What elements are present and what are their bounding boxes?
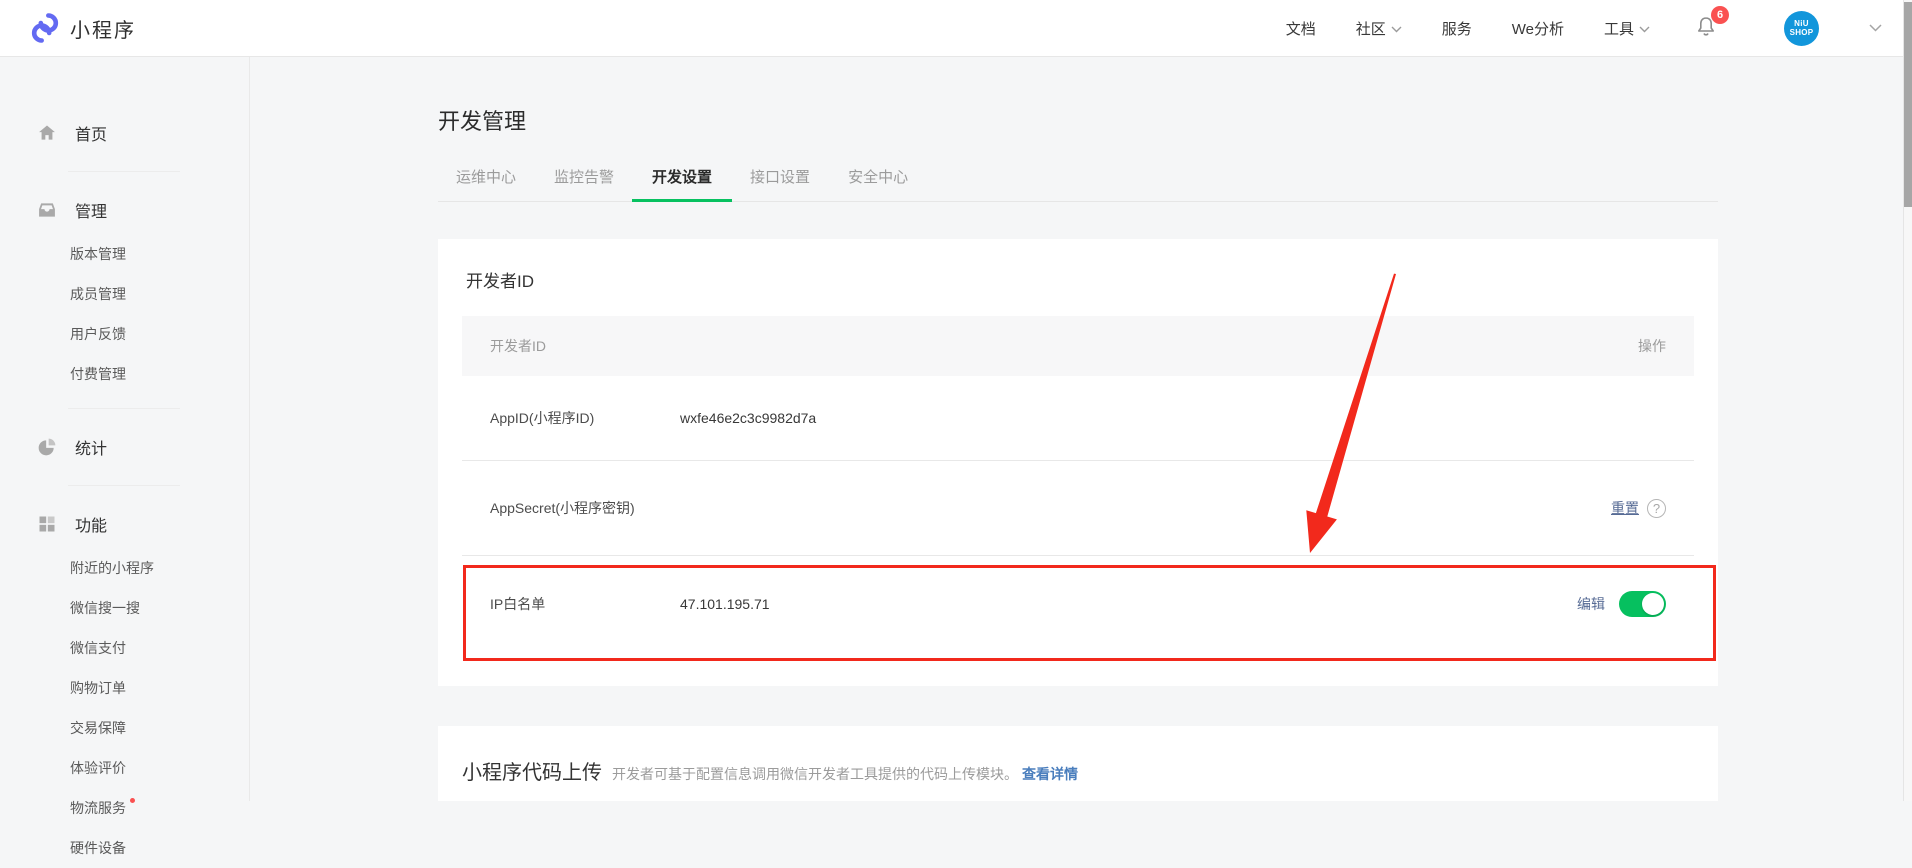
- top-nav: 文档 社区 服务 We分析 工具 6 NiU SHOP: [1286, 11, 1882, 46]
- tab-monitor-alert[interactable]: 监控告警: [534, 166, 634, 201]
- table-header-developer-id: 开发者ID: [490, 336, 546, 356]
- account-avatar[interactable]: NiU SHOP: [1784, 11, 1819, 46]
- app-title: 小程序: [70, 14, 136, 43]
- sidebar-item-logistics-service[interactable]: 物流服务: [0, 788, 249, 828]
- ip-whitelist-toggle[interactable]: [1619, 591, 1666, 617]
- chevron-down-icon: [1639, 26, 1650, 33]
- scrollbar-thumb[interactable]: [1904, 2, 1912, 207]
- tab-security-center[interactable]: 安全中心: [828, 166, 928, 201]
- code-upload-title: 小程序代码上传: [462, 756, 602, 785]
- app-logo[interactable]: 小程序: [30, 13, 136, 43]
- developer-id-card: 开发者ID 开发者ID 操作 AppID(小程序ID) wxfe46e2c3c9…: [438, 239, 1718, 686]
- appid-value: wxfe46e2c3c9982d7a: [680, 410, 816, 426]
- nav-services[interactable]: 服务: [1442, 18, 1472, 39]
- nav-tools[interactable]: 工具: [1604, 18, 1650, 39]
- top-header: 小程序 文档 社区 服务 We分析 工具 6: [0, 0, 1912, 57]
- sidebar-item-wechat-pay[interactable]: 微信支付: [0, 628, 249, 668]
- ip-whitelist-value: 47.101.195.71: [680, 596, 770, 612]
- tab-api-settings[interactable]: 接口设置: [730, 166, 830, 201]
- table-row-ip-whitelist: IP白名单 47.101.195.71 编辑: [462, 556, 1694, 651]
- sidebar: 首页 管理 版本管理 成员管理 用户反馈 付费管理 统计: [0, 57, 250, 801]
- inbox-icon: [37, 200, 57, 220]
- table-header: 开发者ID 操作: [462, 316, 1694, 376]
- sidebar-item-user-feedback[interactable]: 用户反馈: [0, 314, 249, 354]
- notification-bell[interactable]: 6: [1694, 14, 1718, 43]
- grid-icon: [37, 514, 57, 534]
- account-menu-chevron-icon[interactable]: [1869, 19, 1882, 37]
- table-row-appsecret: AppSecret(小程序密钥) 重置 ?: [462, 461, 1694, 556]
- sidebar-item-version-manage[interactable]: 版本管理: [0, 234, 249, 274]
- view-details-link[interactable]: 查看详情: [1022, 764, 1078, 784]
- code-upload-card: 小程序代码上传 开发者可基于配置信息调用微信开发者工具提供的代码上传模块。 查看…: [438, 726, 1718, 801]
- nav-docs[interactable]: 文档: [1286, 18, 1316, 39]
- sidebar-item-wechat-search[interactable]: 微信搜一搜: [0, 588, 249, 628]
- table-row-appid: AppID(小程序ID) wxfe46e2c3c9982d7a: [462, 376, 1694, 461]
- sidebar-item-features[interactable]: 功能: [0, 500, 249, 548]
- reset-appsecret-link[interactable]: 重置: [1611, 498, 1639, 518]
- divider: [68, 408, 180, 409]
- sidebar-item-experience-rating[interactable]: 体验评价: [0, 748, 249, 788]
- sidebar-item-payment-manage[interactable]: 付费管理: [0, 354, 249, 394]
- ip-whitelist-label: IP白名单: [490, 594, 680, 614]
- sidebar-item-statistics[interactable]: 统计: [0, 423, 249, 471]
- developer-id-title: 开发者ID: [462, 239, 1694, 292]
- nav-community[interactable]: 社区: [1356, 18, 1402, 39]
- sidebar-item-transaction-guarantee[interactable]: 交易保障: [0, 708, 249, 748]
- edit-ip-whitelist-link[interactable]: 编辑: [1577, 594, 1605, 614]
- help-question-icon[interactable]: ?: [1647, 499, 1666, 518]
- toggle-knob: [1642, 593, 1664, 615]
- appid-label: AppID(小程序ID): [490, 408, 680, 428]
- pie-chart-icon: [37, 437, 57, 457]
- miniprogram-logo-icon: [30, 13, 60, 43]
- notification-badge: 6: [1711, 6, 1729, 24]
- table-header-actions: 操作: [1638, 336, 1666, 356]
- code-upload-description: 开发者可基于配置信息调用微信开发者工具提供的代码上传模块。: [612, 764, 1018, 784]
- sidebar-item-shopping-orders[interactable]: 购物订单: [0, 668, 249, 708]
- chevron-down-icon: [1391, 26, 1402, 33]
- main-content: 开发管理 运维中心 监控告警 开发设置 接口设置 安全中心 开发者ID 开发者I…: [250, 57, 1912, 801]
- sidebar-item-hardware-device[interactable]: 硬件设备: [0, 828, 249, 868]
- sidebar-item-nearby-miniprogram[interactable]: 附近的小程序: [0, 548, 249, 588]
- sidebar-item-member-manage[interactable]: 成员管理: [0, 274, 249, 314]
- sidebar-item-manage[interactable]: 管理: [0, 186, 249, 234]
- divider: [68, 485, 180, 486]
- page-title: 开发管理: [438, 104, 1912, 136]
- home-icon: [37, 123, 57, 143]
- sidebar-item-home[interactable]: 首页: [0, 109, 249, 157]
- appsecret-label: AppSecret(小程序密钥): [490, 498, 680, 518]
- nav-we-analytics[interactable]: We分析: [1512, 18, 1564, 39]
- tab-dev-settings[interactable]: 开发设置: [632, 166, 732, 201]
- divider: [68, 171, 180, 172]
- tab-ops-center[interactable]: 运维中心: [436, 166, 536, 201]
- tab-bar: 运维中心 监控告警 开发设置 接口设置 安全中心: [438, 166, 1718, 202]
- page-scrollbar: [1903, 0, 1912, 801]
